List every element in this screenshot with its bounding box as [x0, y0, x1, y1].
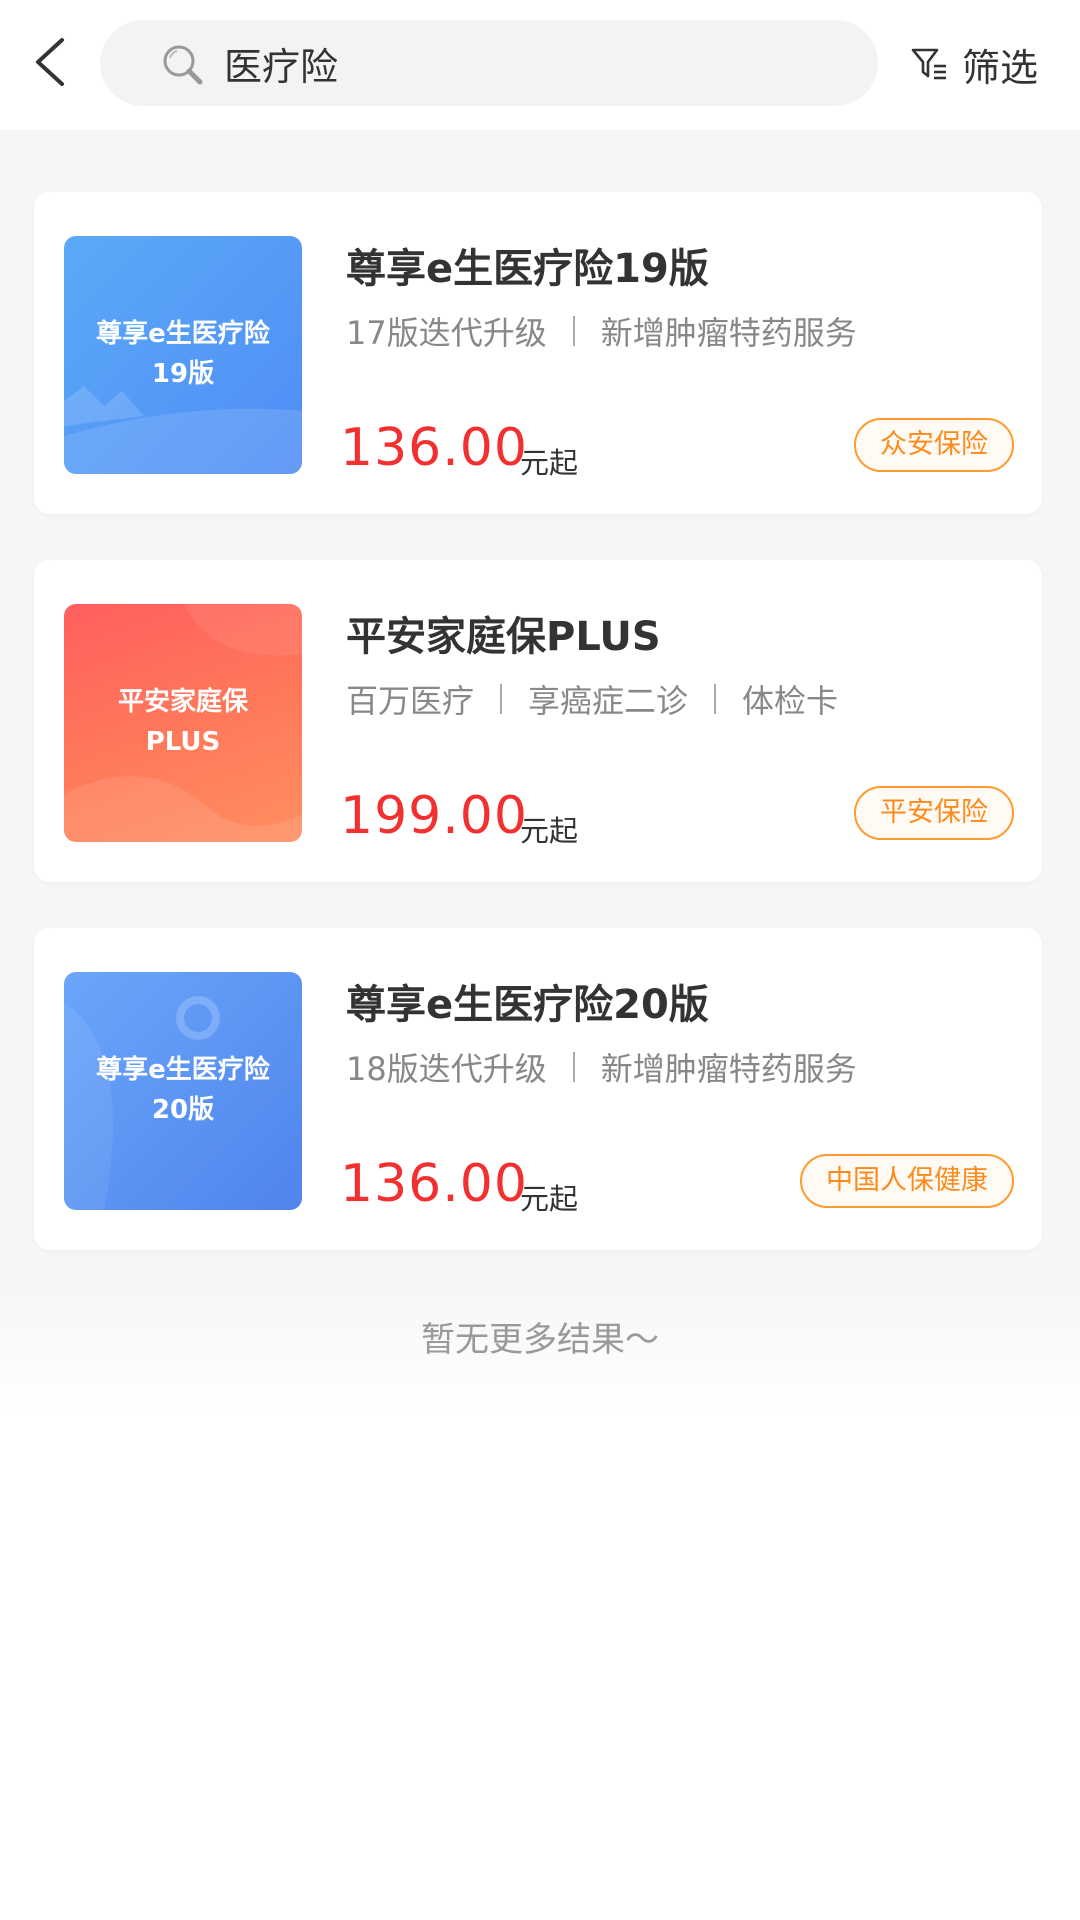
- product-card[interactable]: 尊享e生医疗险 19版 尊享e生医疗险19版 17版迭代升级 新增肿瘤特药服务 …: [34, 192, 1042, 514]
- thumbnail-text: 尊享e生医疗险 20版: [96, 1055, 270, 1125]
- product-card[interactable]: 尊享e生医疗险 20版 尊享e生医疗险20版 18版迭代升级 新增肿瘤特药服务 …: [34, 928, 1042, 1250]
- product-title: 平安家庭保PLUS: [346, 614, 661, 660]
- tag: 新增肿瘤特药服务: [600, 1050, 857, 1088]
- product-title: 尊享e生医疗险20版: [346, 982, 709, 1028]
- product-title: 尊享e生医疗险19版: [346, 246, 709, 292]
- filter-label: 筛选: [962, 45, 1039, 90]
- tag-divider: [572, 316, 575, 346]
- insurer-badge: 中国人保健康: [800, 1154, 1014, 1208]
- product-tags: 18版迭代升级 新增肿瘤特药服务: [346, 1044, 857, 1090]
- price-unit: 元起: [520, 1182, 579, 1216]
- product-tags: 17版迭代升级 新增肿瘤特药服务: [346, 308, 857, 354]
- tag: 体检卡: [742, 682, 839, 720]
- chevron-left-icon: [36, 38, 64, 86]
- thumbnail-text: 平安家庭保 PLUS: [117, 687, 248, 757]
- price: 136.00: [340, 418, 528, 478]
- price-unit: 元起: [520, 446, 579, 480]
- price: 136.00: [340, 1154, 528, 1214]
- tag: 新增肿瘤特药服务: [600, 314, 857, 352]
- tag: 17版迭代升级: [346, 314, 547, 352]
- product-thumbnail: 尊享e生医疗险 20版: [64, 972, 302, 1210]
- product-tags: 百万医疗 享癌症二诊 体检卡: [346, 676, 838, 722]
- thumbnail-text: 尊享e生医疗险 19版: [96, 319, 270, 389]
- product-card[interactable]: 平安家庭保 PLUS 平安家庭保PLUS 百万医疗 享癌症二诊 体检卡 199.…: [34, 560, 1042, 882]
- product-thumbnail: 平安家庭保 PLUS: [64, 604, 302, 842]
- top-bar: 筛选: [0, 0, 1080, 130]
- tag: 享癌症二诊: [528, 682, 689, 720]
- search-bar[interactable]: [100, 20, 878, 106]
- price: 199.00: [340, 786, 528, 846]
- search-input[interactable]: [224, 20, 824, 106]
- tag: 18版迭代升级: [346, 1050, 547, 1088]
- tag: 百万医疗: [346, 682, 475, 720]
- product-thumbnail: 尊享e生医疗险 19版: [64, 236, 302, 474]
- price-unit: 元起: [520, 814, 579, 848]
- insurer-badge: 众安保险: [854, 418, 1014, 472]
- tag-divider: [572, 1052, 575, 1082]
- filter-button[interactable]: 筛选: [910, 36, 1038, 92]
- search-icon: [163, 45, 203, 85]
- tag-divider: [500, 684, 503, 714]
- back-button[interactable]: [28, 30, 76, 94]
- insurer-badge: 平安保险: [854, 786, 1014, 840]
- filter-icon: [911, 48, 946, 80]
- tag-divider: [714, 684, 717, 714]
- no-more-results-text: 暂无更多结果～: [421, 1320, 659, 1360]
